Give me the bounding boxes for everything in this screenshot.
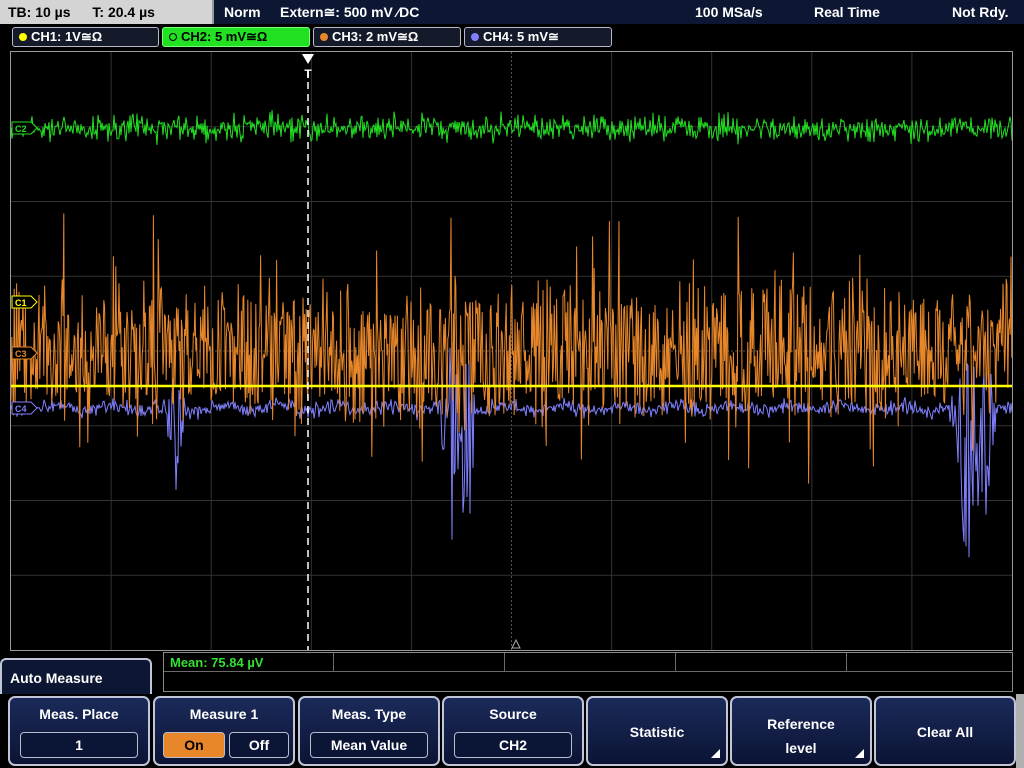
statistic-label: Statistic xyxy=(629,724,685,740)
ch4-offset-marker[interactable]: C4 xyxy=(11,401,38,415)
tab-ch2-label: CH2: 5 mV≅Ω xyxy=(181,29,268,44)
mean-value-readout: Mean: 75.84 µV xyxy=(170,655,264,670)
trigger-marker-label: T xyxy=(304,67,312,81)
ch2-trace xyxy=(11,110,1012,145)
clear-all-label: Clear All xyxy=(916,724,974,740)
reference-level-label: Reference level xyxy=(732,712,870,760)
ch1-marker-label: C1 xyxy=(15,298,27,308)
meas-cell-2 xyxy=(334,653,505,672)
clear-all-softkey[interactable]: Clear All xyxy=(874,696,1016,766)
timebase-label: TB: 10 µs xyxy=(8,4,71,20)
tab-ch3-label: CH3: 2 mV≅Ω xyxy=(332,29,419,44)
ch4-marker-label: C4 xyxy=(15,404,27,414)
status-bar: TB: 10 µs T: 20.4 µs Norm Extern≅: 500 m… xyxy=(0,0,1024,24)
tab-ch2[interactable]: CH2: 5 mV≅Ω xyxy=(162,27,310,47)
timebase-box[interactable]: TB: 10 µs T: 20.4 µs xyxy=(0,0,214,24)
ch3-marker-label: C3 xyxy=(15,349,27,359)
meas-place-label: Meas. Place xyxy=(39,706,119,722)
reference-level-softkey[interactable]: Reference level xyxy=(730,696,872,766)
acquisition-mode: Real Time xyxy=(814,4,880,20)
ch1-offset-marker[interactable]: C1 xyxy=(11,295,38,309)
ch1-color-dot xyxy=(19,33,27,41)
meas-place-softkey[interactable]: Meas. Place 1 xyxy=(8,696,150,766)
trigger-mode[interactable]: Norm xyxy=(224,0,261,24)
reference-level-line2: level xyxy=(785,740,817,756)
measure1-on-button[interactable]: On xyxy=(163,732,225,758)
acquisition-state: Not Rdy. xyxy=(952,4,1009,20)
tab-ch1-label: CH1: 1V≅Ω xyxy=(31,29,103,44)
meas-type-softkey[interactable]: Meas. Type Mean Value xyxy=(298,696,440,766)
meas-type-value[interactable]: Mean Value xyxy=(310,732,428,758)
meas-cell-4 xyxy=(676,653,847,672)
source-label: Source xyxy=(489,706,537,722)
waveform-display[interactable]: T C2 C1 C3 C4 xyxy=(10,51,1013,651)
tab-ch1[interactable]: CH1: 1V≅Ω xyxy=(12,27,159,47)
meas-place-value[interactable]: 1 xyxy=(20,732,138,758)
measurement-results: Mean: 75.84 µV xyxy=(163,652,1013,692)
measure1-off-button[interactable]: Off xyxy=(229,732,289,758)
ch2-offset-marker[interactable]: C2 xyxy=(11,121,38,135)
ch2-color-dot xyxy=(169,33,177,41)
submenu-arrow-icon xyxy=(711,749,720,758)
source-value[interactable]: CH2 xyxy=(454,732,572,758)
scrollbar[interactable] xyxy=(1016,694,1024,768)
ch4-color-dot xyxy=(471,33,479,41)
menu-title: Auto Measure xyxy=(0,658,152,694)
trigger-source[interactable]: Extern≅: 500 mV ⁄DC xyxy=(280,0,419,24)
sample-rate: 100 MSa/s xyxy=(695,4,763,20)
horizontal-reference-marker xyxy=(511,638,521,649)
measure1-label: Measure 1 xyxy=(189,706,259,722)
measure1-softkey[interactable]: Measure 1 On Off xyxy=(153,696,295,766)
ch3-color-dot xyxy=(320,33,328,41)
ch2-marker-label: C2 xyxy=(15,124,27,134)
trigger-time-label: T: 20.4 µs xyxy=(92,4,155,20)
tab-ch3[interactable]: CH3: 2 mV≅Ω xyxy=(313,27,461,47)
meas-type-label: Meas. Type xyxy=(331,706,407,722)
trigger-position-arrow[interactable] xyxy=(302,54,314,64)
meas-cell-5 xyxy=(847,653,1012,672)
ch3-offset-marker[interactable]: C3 xyxy=(11,346,38,360)
source-softkey[interactable]: Source CH2 xyxy=(442,696,584,766)
submenu-arrow-icon xyxy=(855,749,864,758)
meas-cell-1: Mean: 75.84 µV xyxy=(164,653,334,672)
reference-level-line1: Reference xyxy=(767,716,835,732)
tab-ch4-label: CH4: 5 mV≅ xyxy=(483,29,559,44)
tab-ch4[interactable]: CH4: 5 mV≅ xyxy=(464,27,612,47)
softkey-bar: Meas. Place 1 Measure 1 On Off Meas. Typ… xyxy=(0,694,1024,768)
meas-cell-3 xyxy=(505,653,676,672)
waveform-canvas: T C2 C1 C3 C4 xyxy=(11,52,1012,650)
channel-tabs: CH1: 1V≅Ω CH2: 5 mV≅Ω CH3: 2 mV≅Ω CH4: 5… xyxy=(0,24,1024,50)
statistic-softkey[interactable]: Statistic xyxy=(586,696,728,766)
